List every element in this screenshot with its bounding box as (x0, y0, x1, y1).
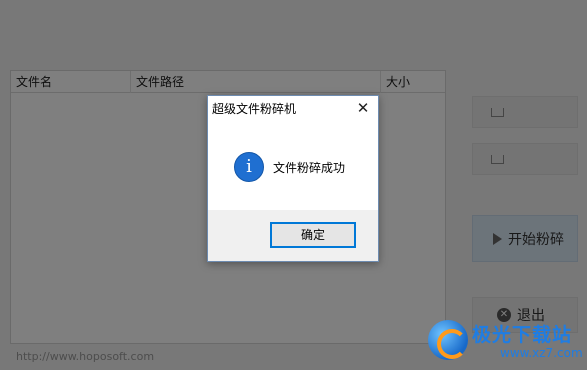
watermark-title: 极光下载站 (472, 324, 573, 346)
close-icon[interactable]: ✕ (348, 96, 378, 120)
dialog-body: i 文件粉碎成功 (208, 120, 378, 210)
message-dialog: 超级文件粉碎机 ✕ i 文件粉碎成功 确定 (207, 95, 379, 262)
info-icon: i (234, 152, 264, 182)
watermark: 极光下载站 www.xz7.com (428, 318, 584, 364)
dialog-message: 文件粉碎成功 (273, 161, 346, 175)
ok-button[interactable]: 确定 (270, 222, 356, 248)
watermark-url: www.xz7.com (500, 346, 583, 360)
dialog-titlebar: 超级文件粉碎机 ✕ (208, 96, 378, 120)
watermark-logo-icon (428, 320, 468, 360)
dialog-title: 超级文件粉碎机 (212, 102, 297, 116)
